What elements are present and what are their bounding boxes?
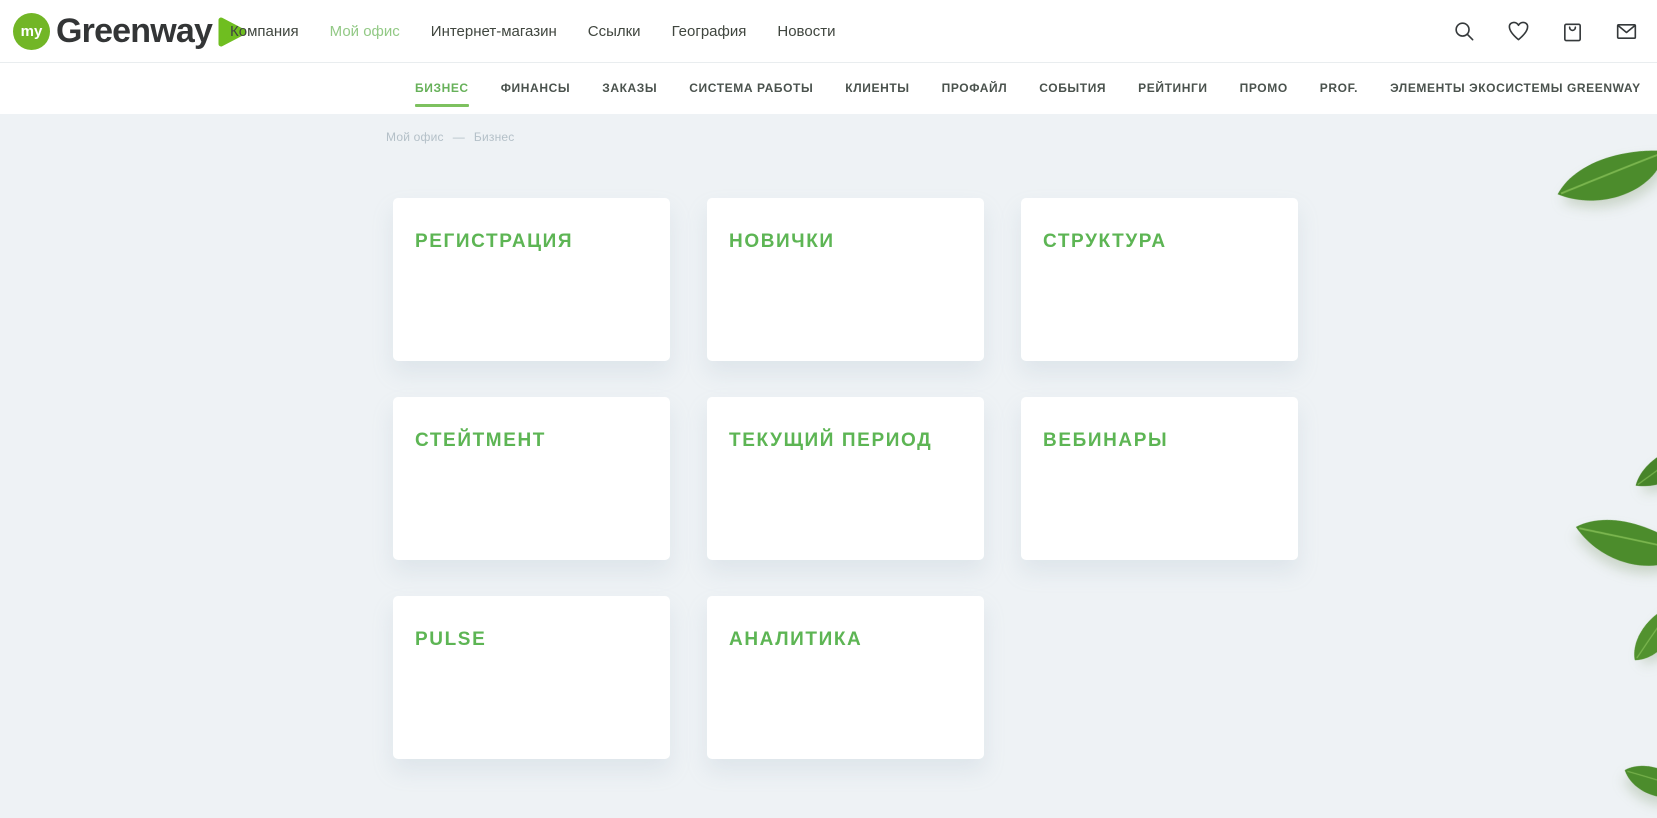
breadcrumb: Мой офис — Бизнес [386,130,515,144]
leaf-decoration-icon [1613,749,1657,818]
card-title: PULSE [415,629,648,651]
tab-profile[interactable]: ПРОФАЙЛ [942,62,1008,114]
logo-wordmark: Greenway [56,12,212,51]
tab-orders[interactable]: ЗАКАЗЫ [602,62,657,114]
card-title: РЕГИСТРАЦИЯ [415,231,648,253]
tab-promo[interactable]: ПРОМО [1240,62,1288,114]
card-structure[interactable]: СТРУКТУРА [1021,198,1298,361]
card-analytics[interactable]: АНАЛИТИКА [707,596,984,759]
card-title: ВЕБИНАРЫ [1043,430,1276,452]
card-statement[interactable]: СТЕЙТМЕНТ [393,397,670,560]
search-icon[interactable] [1453,20,1476,43]
bag-icon[interactable] [1561,20,1584,43]
card-title: ТЕКУЩИЙ ПЕРИОД [729,430,962,452]
tab-finances[interactable]: ФИНАНСЫ [501,62,570,114]
card-title: СТРУКТУРА [1043,231,1276,253]
header: my Greenway Компания Мой офис Интернет-м… [0,0,1657,63]
card-webinars[interactable]: ВЕБИНАРЫ [1021,397,1298,560]
card-title: НОВИЧКИ [729,231,962,253]
main-nav: Компания Мой офис Интернет-магазин Ссылк… [230,0,835,62]
card-title: АНАЛИТИКА [729,629,962,651]
tab-clients[interactable]: КЛИЕНТЫ [845,62,909,114]
nav-item-geography[interactable]: География [672,23,747,40]
logo-my-badge: my [13,13,50,50]
header-icons [1453,0,1638,62]
tab-business[interactable]: БИЗНЕС [415,62,469,114]
nav-item-news[interactable]: Новости [777,23,835,40]
card-title: СТЕЙТМЕНТ [415,430,648,452]
mail-icon[interactable] [1615,20,1638,43]
tab-work-system[interactable]: СИСТЕМА РАБОТЫ [689,62,813,114]
leaf-decoration-icon [1565,498,1657,590]
nav-item-links[interactable]: Ссылки [588,23,641,40]
breadcrumb-current: Бизнес [474,130,515,144]
logo[interactable]: my Greenway [13,0,247,62]
card-newcomers[interactable]: НОВИЧКИ [707,198,984,361]
tab-ecosystem-elements[interactable]: ЭЛЕМЕНТЫ ЭКОСИСТЕМЫ GREENWAY [1390,62,1641,114]
card-pulse[interactable]: PULSE [393,596,670,759]
tab-prof[interactable]: PROF. [1320,62,1358,114]
section-tabbar: БИЗНЕС ФИНАНСЫ ЗАКАЗЫ СИСТЕМА РАБОТЫ КЛИ… [0,62,1657,114]
nav-item-online-store[interactable]: Интернет-магазин [431,23,557,40]
tab-events[interactable]: СОБЫТИЯ [1039,62,1106,114]
breadcrumb-my-office[interactable]: Мой офис [386,130,444,144]
business-cards-grid: РЕГИСТРАЦИЯ НОВИЧКИ СТРУКТУРА СТЕЙТМЕНТ … [393,198,1298,759]
leaf-decoration-icon [1548,137,1657,220]
favorites-heart-icon[interactable] [1507,20,1530,43]
card-current-period[interactable]: ТЕКУЩИЙ ПЕРИОД [707,397,984,560]
leaf-decoration-icon [1617,594,1657,676]
card-registration[interactable]: РЕГИСТРАЦИЯ [393,198,670,361]
leaf-decoration-icon [1625,432,1657,502]
breadcrumb-separator: — [453,130,465,144]
nav-item-my-office[interactable]: Мой офис [330,23,400,40]
nav-item-company[interactable]: Компания [230,23,299,40]
tab-ratings[interactable]: РЕЙТИНГИ [1138,62,1207,114]
